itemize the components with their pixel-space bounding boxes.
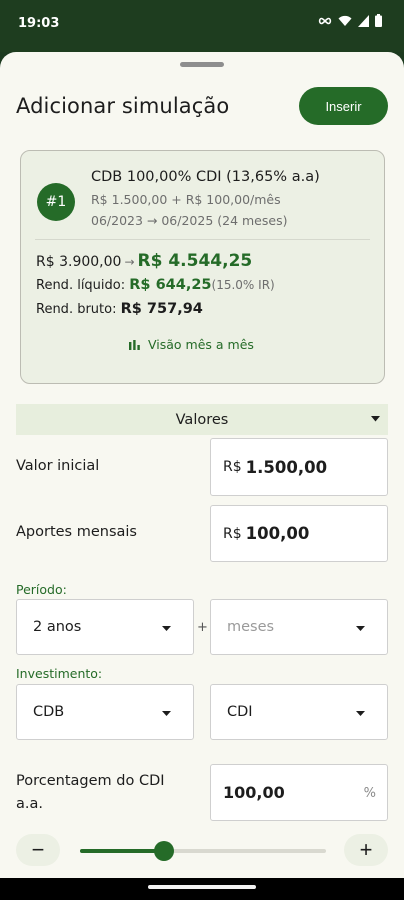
currency-symbol: R$	[223, 525, 242, 542]
increase-button[interactable]: +	[344, 834, 388, 866]
years-select-value: 2 anos	[33, 619, 82, 635]
status-icons	[318, 14, 382, 27]
monthly-contribution-input[interactable]: R$ 100,00	[210, 505, 388, 562]
initial-value-label: Valor inicial	[16, 458, 100, 474]
caret-down-icon	[371, 416, 380, 422]
initial-value-input[interactable]: R$ 1.500,00	[210, 438, 388, 496]
period-plus-sign: +	[197, 620, 208, 635]
gross-yield-value: R$ 757,94	[120, 301, 203, 317]
investment-type-value: CDB	[33, 704, 65, 720]
cdi-percentage-label: Porcentagem do CDI a.a.	[16, 773, 165, 812]
percentage-slider-row: − +	[16, 834, 388, 868]
initial-value-amount: 1.500,00	[245, 457, 328, 477]
card-divider	[35, 239, 370, 240]
values-section-toggle[interactable]: Valores	[16, 404, 388, 435]
dropdown-arrow-icon	[162, 711, 171, 716]
index-select[interactable]: CDI	[210, 684, 388, 740]
months-select-placeholder: meses	[227, 619, 275, 635]
net-yield-row: Rend. líquido: R$ 644,25(15.0% IR)	[36, 277, 275, 293]
simulation-number-badge: #1	[37, 183, 75, 221]
cdi-percentage-value: 100,00	[223, 783, 285, 802]
simulation-contribution: R$ 1.500,00 + R$ 100,00/mês	[91, 192, 281, 207]
simulation-summary-card: #1 CDB 100,00% CDI (13,65% a.a) R$ 1.500…	[20, 150, 385, 384]
insert-button[interactable]: Inserir	[299, 87, 388, 125]
investment-type-select[interactable]: CDB	[16, 684, 194, 740]
initial-total: R$ 3.900,00	[36, 254, 122, 270]
month-view-label: Visão mês a mês	[148, 337, 254, 352]
investment-section-label: Investimento:	[16, 666, 103, 681]
infinity-icon	[318, 17, 332, 24]
period-section-label: Período:	[16, 582, 67, 597]
simulation-title: CDB 100,00% CDI (13,65% a.a)	[91, 169, 320, 185]
percent-unit: %	[363, 786, 376, 801]
dropdown-arrow-icon	[162, 626, 171, 631]
bar-chart-icon	[129, 339, 140, 350]
signal-icon	[358, 14, 369, 27]
dropdown-arrow-icon	[356, 711, 365, 716]
monthly-contribution-label: Aportes mensais	[16, 524, 137, 540]
index-select-value: CDI	[227, 704, 253, 720]
home-gesture-handle[interactable]	[148, 885, 256, 889]
navigation-bar	[0, 878, 404, 900]
decrease-button[interactable]: −	[16, 834, 60, 866]
cdi-percentage-input[interactable]: 100,00 %	[210, 764, 388, 821]
simulation-period: 06/2023 → 06/2025 (24 meses)	[91, 213, 288, 228]
status-time: 19:03	[18, 16, 60, 31]
years-select[interactable]: 2 anos	[16, 599, 194, 655]
month-view-link[interactable]: Visão mês a mês	[129, 337, 254, 352]
gross-yield-row: Rend. bruto: R$ 757,94	[36, 301, 203, 317]
drag-handle[interactable]	[180, 62, 224, 67]
sheet-title: Adicionar simulação	[16, 94, 230, 118]
status-bar: 19:03	[0, 0, 404, 52]
months-select[interactable]: meses	[210, 599, 388, 655]
net-yield-value: R$ 644,25	[129, 277, 212, 293]
percentage-slider-track[interactable]	[80, 841, 326, 861]
bottom-sheet: Adicionar simulação Inserir #1 CDB 100,0…	[0, 52, 404, 878]
value-evolution: R$ 3.900,00 → R$ 4.544,25	[36, 251, 252, 271]
income-tax-note: (15.0% IR)	[211, 278, 275, 292]
monthly-contribution-amount: 100,00	[245, 524, 310, 543]
final-total: R$ 4.544,25	[137, 251, 253, 271]
battery-icon	[375, 14, 382, 27]
currency-symbol: R$	[223, 459, 242, 475]
wifi-icon	[338, 15, 352, 26]
percentage-slider-thumb[interactable]	[154, 841, 174, 861]
percentage-slider-fill	[80, 849, 164, 853]
gross-yield-label: Rend. bruto:	[36, 302, 117, 317]
net-yield-label: Rend. líquido:	[36, 278, 126, 293]
dropdown-arrow-icon	[356, 626, 365, 631]
values-section-label: Valores	[175, 411, 229, 428]
arrow-glyph: →	[124, 255, 135, 269]
